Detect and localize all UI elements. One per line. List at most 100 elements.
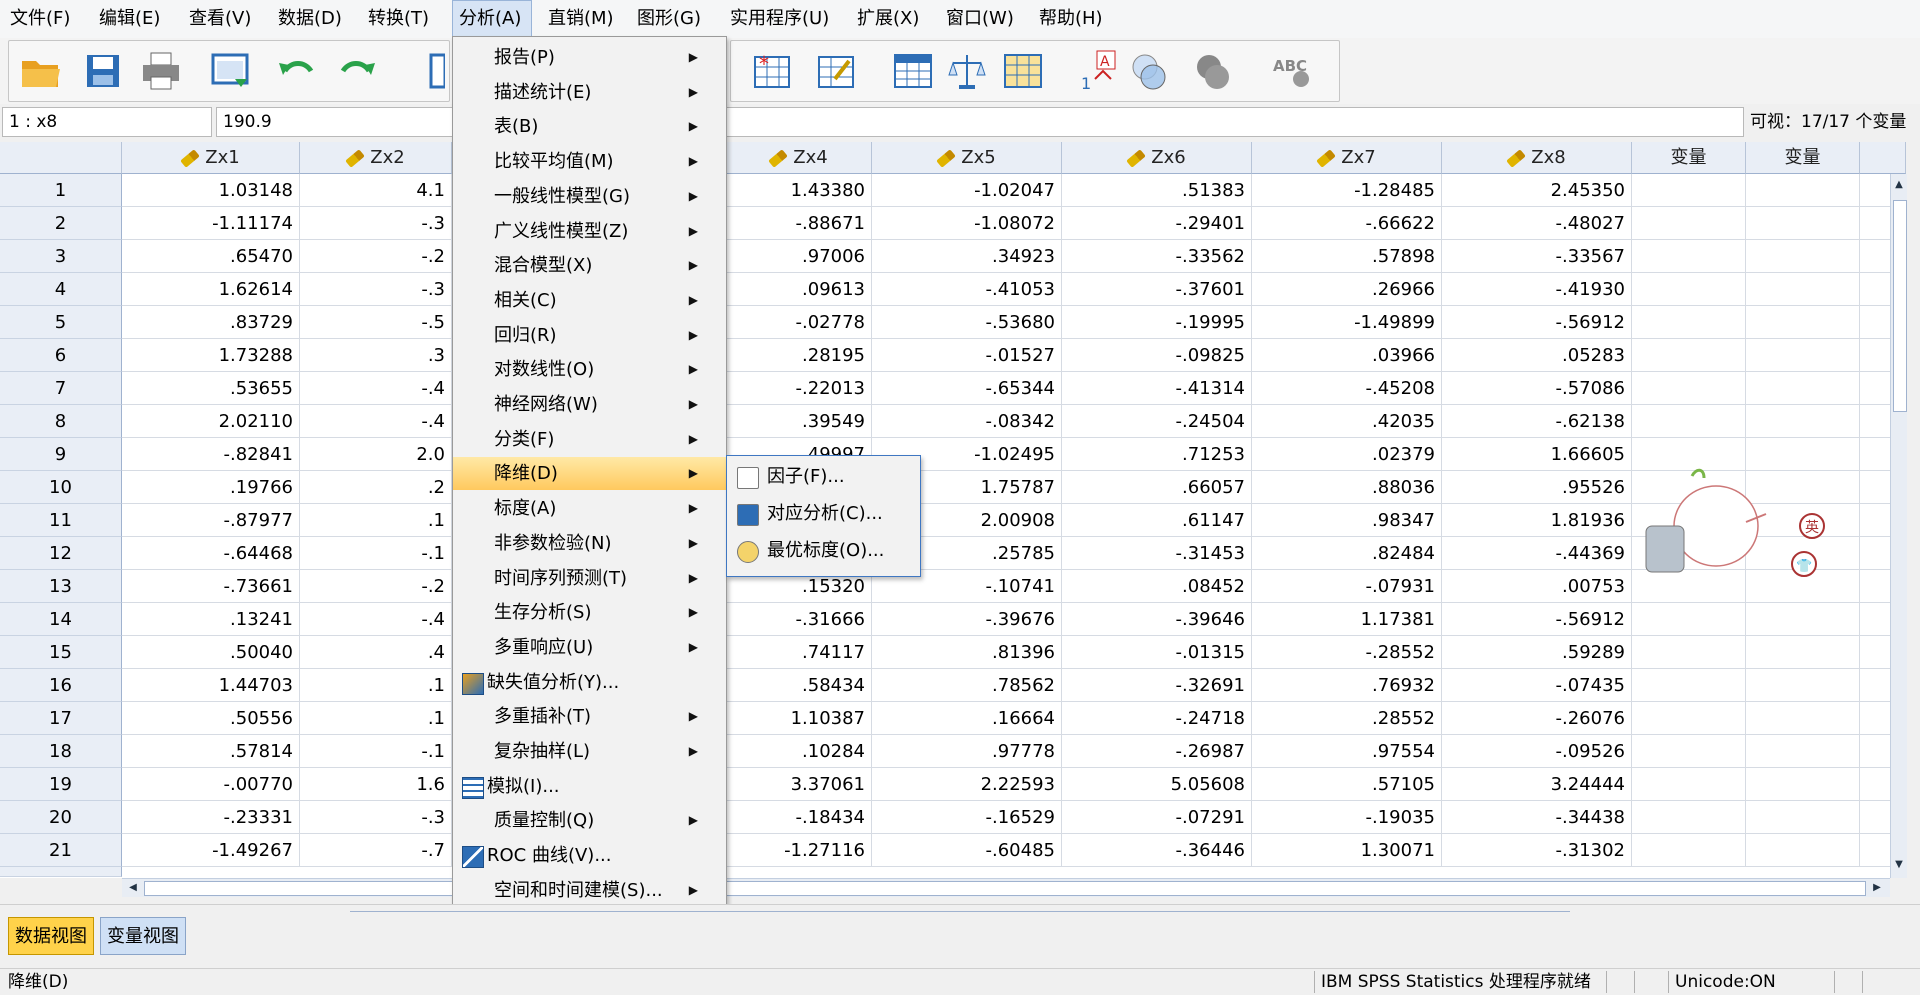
scroll-down-arrow-icon[interactable]: ▼: [1893, 858, 1905, 872]
table-cell[interactable]: -.24504: [1062, 405, 1252, 438]
table-cell[interactable]: [1746, 240, 1860, 273]
table-cell[interactable]: 2.45350: [1442, 174, 1632, 207]
spell-check-icon[interactable]: ABC: [1271, 49, 1315, 93]
table-cell[interactable]: [1632, 306, 1746, 339]
table-cell[interactable]: [1746, 372, 1860, 405]
table-cell[interactable]: .66057: [1062, 471, 1252, 504]
table-cell[interactable]: 3.37061: [726, 768, 872, 801]
table-cell[interactable]: [1632, 834, 1746, 867]
row-header[interactable]: 6: [0, 339, 122, 372]
table-cell[interactable]: .57105: [1252, 768, 1442, 801]
table-cell[interactable]: [1746, 801, 1860, 834]
submenu-item[interactable]: 对应分析(C)...: [727, 496, 920, 532]
split-file-icon[interactable]: [1001, 49, 1045, 93]
row-header[interactable]: 21: [0, 834, 122, 867]
menu-window[interactable]: 窗口(W): [940, 0, 1020, 38]
menu-analyze[interactable]: 分析(A): [452, 0, 532, 38]
table-cell[interactable]: -.87977: [122, 504, 300, 537]
table-cell[interactable]: -.56912: [1442, 306, 1632, 339]
table-cell[interactable]: .65470: [122, 240, 300, 273]
row-header[interactable]: 4: [0, 273, 122, 306]
undo-icon[interactable]: [275, 49, 319, 93]
analyze-menu-item[interactable]: ROC 曲线(V)...: [453, 839, 726, 872]
table-cell[interactable]: -.7: [300, 834, 452, 867]
analyze-menu-item[interactable]: 多重响应(U) ▶: [453, 631, 726, 664]
table-cell[interactable]: [1746, 636, 1860, 669]
analyze-menu-item[interactable]: 混合模型(X) ▶: [453, 249, 726, 282]
analyze-menu-item[interactable]: 广义线性模型(Z) ▶: [453, 215, 726, 248]
table-cell[interactable]: 1.44703: [122, 669, 300, 702]
table-cell[interactable]: .05283: [1442, 339, 1632, 372]
menu-file[interactable]: 文件(F): [4, 0, 76, 38]
row-header[interactable]: 19: [0, 768, 122, 801]
table-cell[interactable]: -.07931: [1252, 570, 1442, 603]
column-header-var[interactable]: 变量: [1746, 142, 1860, 174]
table-cell[interactable]: .88036: [1252, 471, 1442, 504]
analyze-menu-item[interactable]: 标度(A) ▶: [453, 492, 726, 525]
table-cell[interactable]: -.41314: [1062, 372, 1252, 405]
column-header-zx2[interactable]: Zx2: [300, 142, 452, 174]
table-cell[interactable]: -1.49267: [122, 834, 300, 867]
row-header[interactable]: 8: [0, 405, 122, 438]
table-cell[interactable]: .57814: [122, 735, 300, 768]
table-cell[interactable]: -1.49899: [1252, 306, 1442, 339]
analyze-menu-item[interactable]: 回归(R) ▶: [453, 319, 726, 352]
table-cell[interactable]: -.22013: [726, 372, 872, 405]
floating-mascot-icon[interactable]: 英 👕: [1636, 466, 1836, 586]
menu-utilities[interactable]: 实用程序(U): [724, 0, 835, 38]
row-header[interactable]: 16: [0, 669, 122, 702]
open-folder-icon[interactable]: [19, 49, 63, 93]
vertical-scroll-thumb[interactable]: [1893, 200, 1907, 412]
table-cell[interactable]: -1.28485: [1252, 174, 1442, 207]
table-cell[interactable]: 1.73288: [122, 339, 300, 372]
table-cell[interactable]: .97554: [1252, 735, 1442, 768]
row-header[interactable]: 10: [0, 471, 122, 504]
table-cell[interactable]: .82484: [1252, 537, 1442, 570]
table-cell[interactable]: .1: [300, 669, 452, 702]
tab-data-view[interactable]: 数据视图: [8, 917, 94, 955]
table-cell[interactable]: -.57086: [1442, 372, 1632, 405]
menu-graphs[interactable]: 图形(G): [631, 0, 707, 38]
analyze-menu-item[interactable]: 分类(F) ▶: [453, 423, 726, 456]
table-cell[interactable]: [1632, 339, 1746, 372]
table-cell[interactable]: .95526: [1442, 471, 1632, 504]
table-cell[interactable]: .59289: [1442, 636, 1632, 669]
table-cell[interactable]: -1.11174: [122, 207, 300, 240]
table-cell[interactable]: -.19035: [1252, 801, 1442, 834]
row-header[interactable]: 13: [0, 570, 122, 603]
print-icon[interactable]: [139, 49, 183, 93]
table-cell[interactable]: -.48027: [1442, 207, 1632, 240]
table-cell[interactable]: [1632, 801, 1746, 834]
table-cell[interactable]: -.34438: [1442, 801, 1632, 834]
column-header-var[interactable]: 变量: [1632, 142, 1746, 174]
table-cell[interactable]: .19766: [122, 471, 300, 504]
cell-value-input[interactable]: 190.9: [216, 107, 1744, 137]
table-cell[interactable]: -.1: [300, 537, 452, 570]
table-cell[interactable]: -.2: [300, 570, 452, 603]
use-variable-sets-icon[interactable]: [1127, 49, 1171, 93]
table-cell[interactable]: -.08342: [872, 405, 1062, 438]
table-cell[interactable]: .28552: [1252, 702, 1442, 735]
table-cell[interactable]: [1746, 306, 1860, 339]
table-cell[interactable]: -.07291: [1062, 801, 1252, 834]
table-cell[interactable]: -.01527: [872, 339, 1062, 372]
show-all-variables-icon[interactable]: [1191, 49, 1235, 93]
table-cell[interactable]: -.45208: [1252, 372, 1442, 405]
table-cell[interactable]: [1632, 735, 1746, 768]
analyze-menu-item[interactable]: 神经网络(W) ▶: [453, 388, 726, 421]
row-header[interactable]: [0, 867, 122, 877]
table-cell[interactable]: -.26987: [1062, 735, 1252, 768]
analyze-menu-item[interactable]: 描述统计(E) ▶: [453, 76, 726, 109]
row-header[interactable]: 18: [0, 735, 122, 768]
scroll-left-arrow-icon[interactable]: ◀: [126, 881, 140, 895]
find-icon[interactable]: *: [751, 49, 795, 93]
table-cell[interactable]: -.07435: [1442, 669, 1632, 702]
table-cell[interactable]: -.88671: [726, 207, 872, 240]
menu-item-dimension-reduction[interactable]: 降维(D) ▶: [453, 457, 726, 491]
table-cell[interactable]: -.09825: [1062, 339, 1252, 372]
table-cell[interactable]: 1.17381: [1252, 603, 1442, 636]
table-cell[interactable]: 5.05608: [1062, 768, 1252, 801]
table-cell[interactable]: .97006: [726, 240, 872, 273]
table-cell[interactable]: -.65344: [872, 372, 1062, 405]
table-cell[interactable]: -.62138: [1442, 405, 1632, 438]
